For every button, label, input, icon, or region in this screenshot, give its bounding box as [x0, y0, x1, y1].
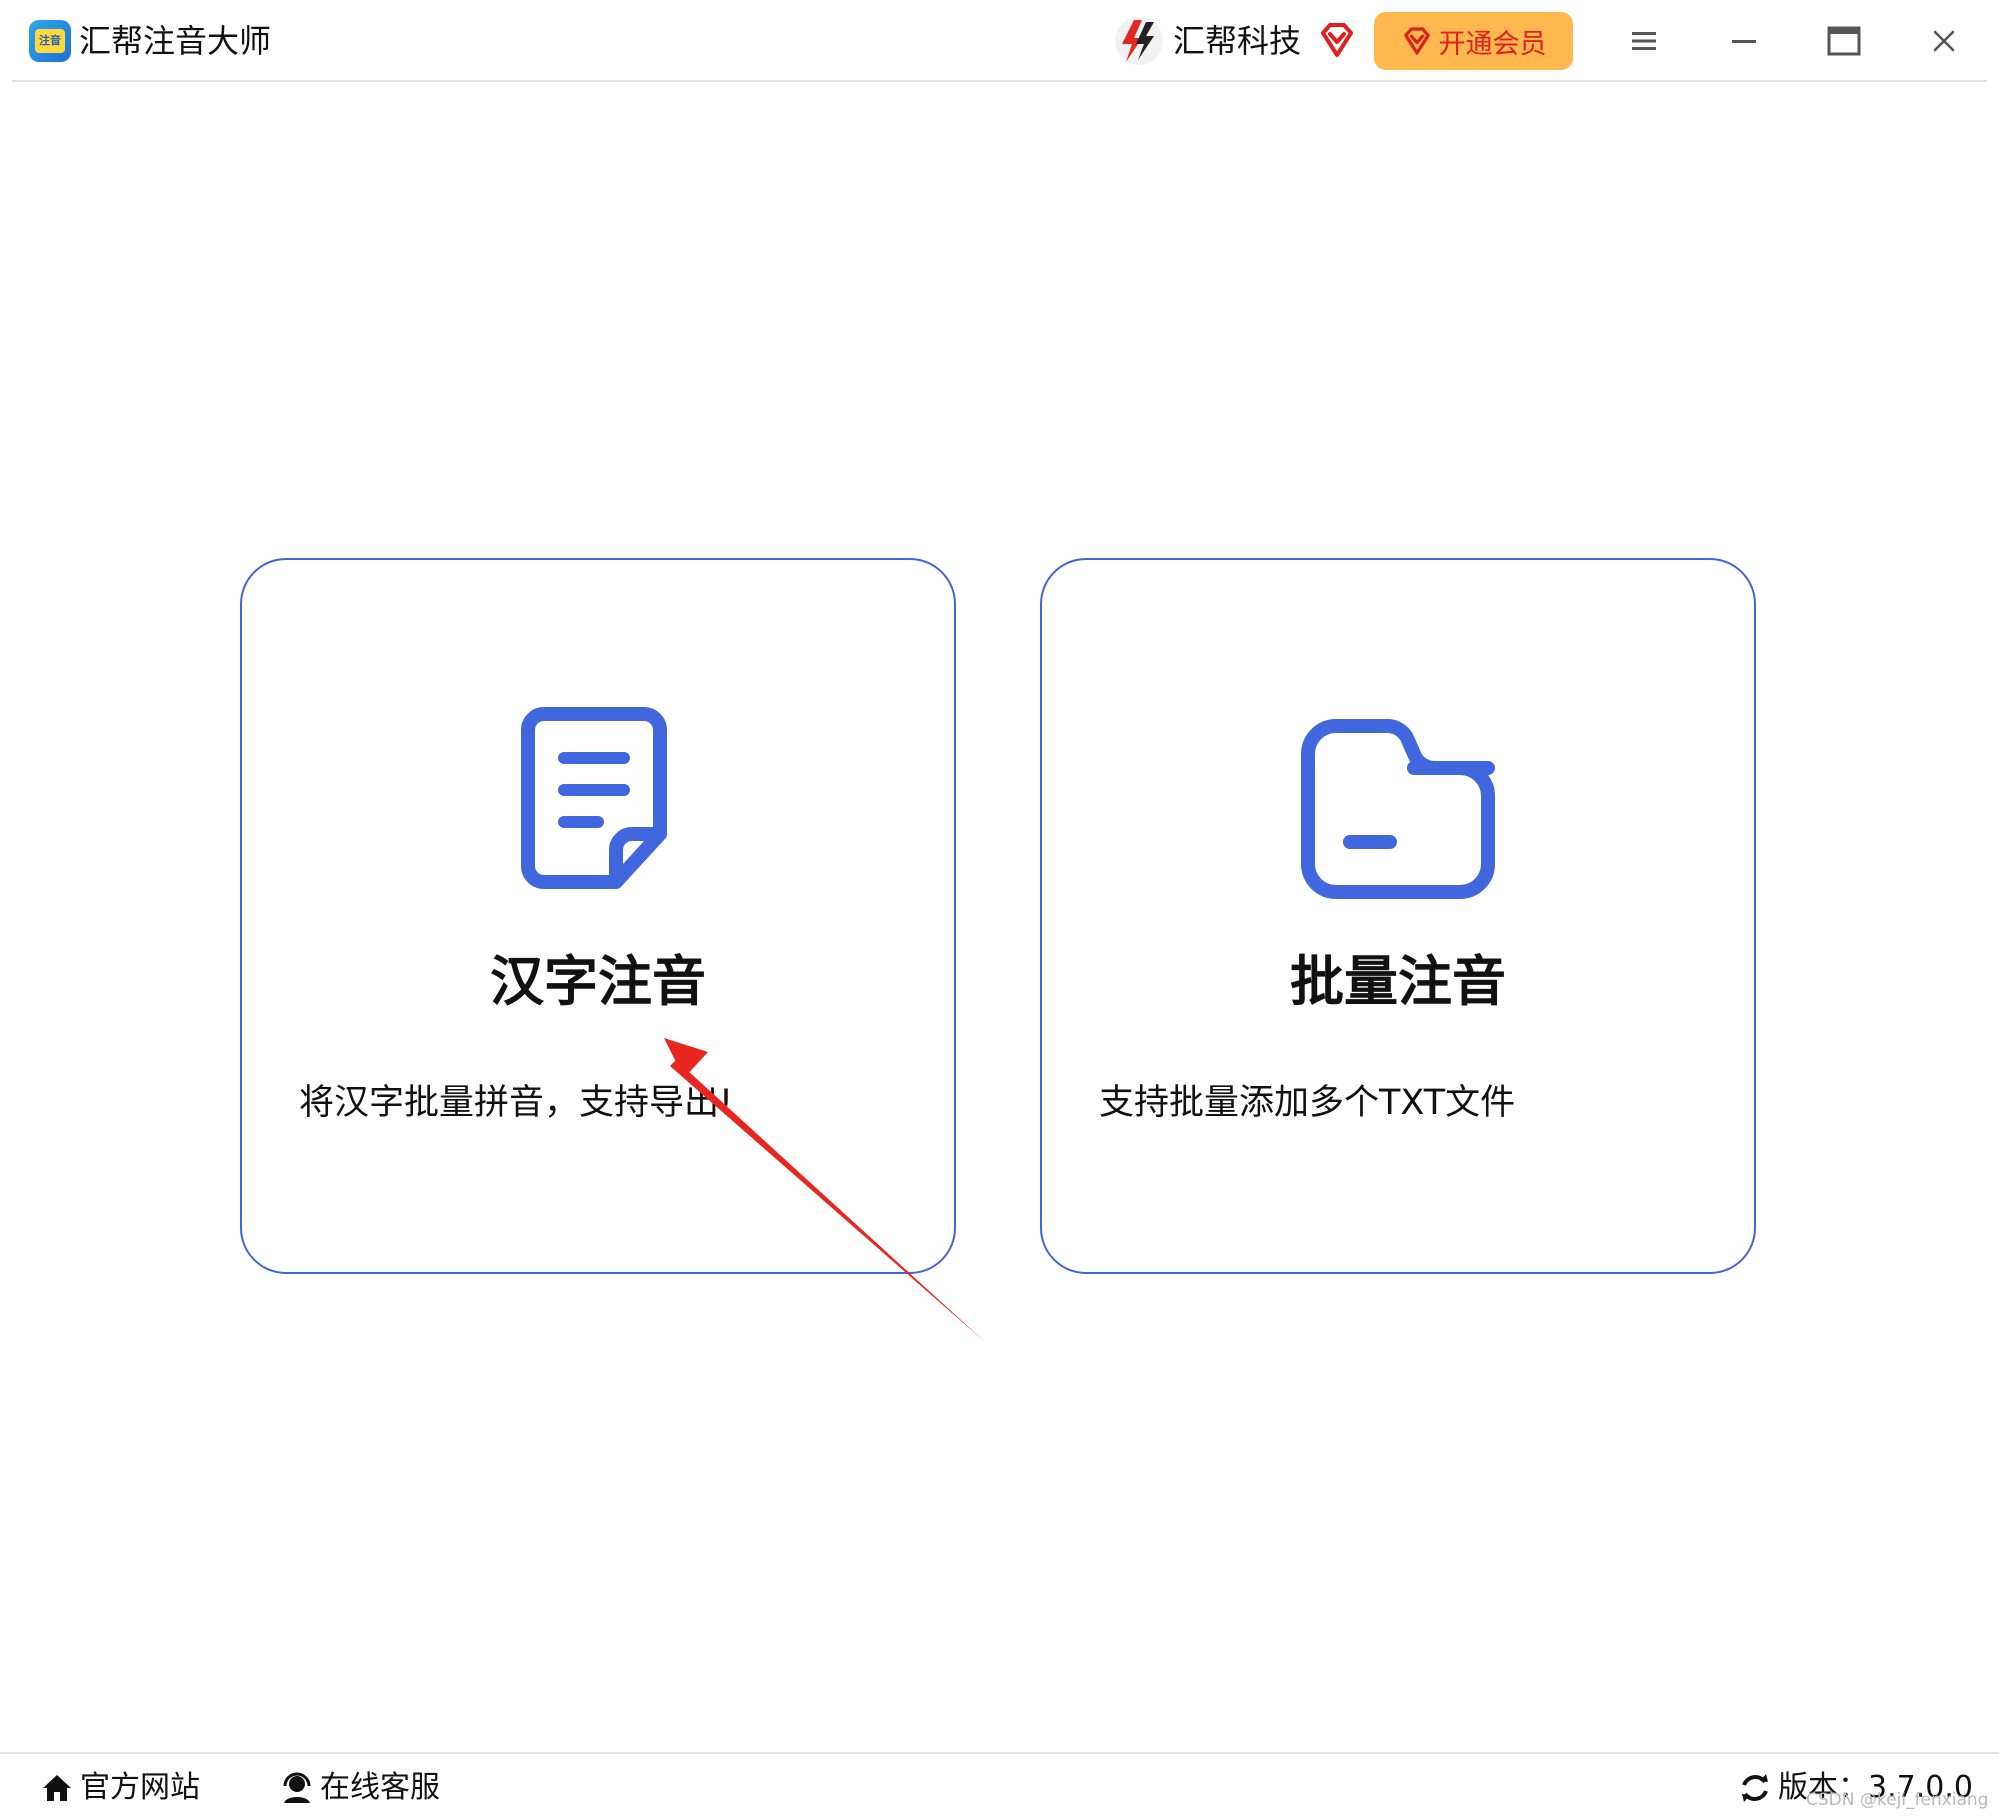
- brand-logo-icon: [1115, 17, 1163, 65]
- diamond-badge-icon: [1321, 23, 1353, 57]
- footer-bar: 官方网站 在线客服 版本：3.7.0.0: [0, 1752, 1999, 1819]
- close-button[interactable]: [1921, 18, 1967, 64]
- open-vip-button[interactable]: 开通会员: [1374, 12, 1573, 70]
- maximize-button[interactable]: [1821, 18, 1867, 64]
- hamburger-menu-icon: [1632, 32, 1656, 50]
- title-bar: 注音 汇帮注音大师 汇帮科技 开通会员: [12, 0, 1987, 82]
- minimize-button[interactable]: [1721, 18, 1767, 64]
- online-support-label: 在线客服: [320, 1770, 440, 1805]
- app-logo-icon: 注音: [29, 20, 71, 62]
- online-support-link[interactable]: 在线客服: [280, 1766, 440, 1810]
- card-title: 批量注音: [1290, 950, 1506, 1013]
- brand-name: 汇帮科技: [1173, 22, 1302, 60]
- document-icon: [521, 707, 667, 889]
- card-description: 支持批量添加多个TXT文件: [1099, 1083, 1516, 1123]
- card-batch-zhuyin[interactable]: 批量注音 支持批量添加多个TXT文件: [1040, 558, 1756, 1274]
- home-icon: [43, 1775, 71, 1801]
- official-website-link[interactable]: 官方网站: [40, 1766, 200, 1810]
- minimize-icon: [1732, 40, 1756, 43]
- refresh-icon: [1742, 1774, 1768, 1802]
- folder-icon: [1301, 719, 1495, 899]
- watermark: CSDN @keji_fenxiang: [1806, 1790, 1989, 1810]
- diamond-icon: [1403, 27, 1430, 55]
- open-vip-label: 开通会员: [1438, 28, 1547, 60]
- app-logo-text: 注音: [35, 29, 65, 53]
- maximize-icon: [1827, 26, 1861, 56]
- app-title: 汇帮注音大师: [79, 22, 272, 60]
- customer-service-icon: [283, 1772, 311, 1803]
- app-window: 注音 汇帮注音大师 汇帮科技 开通会员 汉字注音 将汉字批量拼音，支持导出! 批…: [0, 0, 1999, 1819]
- official-website-label: 官方网站: [80, 1770, 200, 1805]
- card-title: 汉字注音: [490, 950, 706, 1013]
- card-description: 将汉字批量拼音，支持导出!: [299, 1083, 734, 1123]
- close-icon: [1933, 30, 1955, 52]
- card-hanzi-zhuyin[interactable]: 汉字注音 将汉字批量拼音，支持导出!: [240, 558, 956, 1274]
- menu-button[interactable]: [1621, 18, 1667, 64]
